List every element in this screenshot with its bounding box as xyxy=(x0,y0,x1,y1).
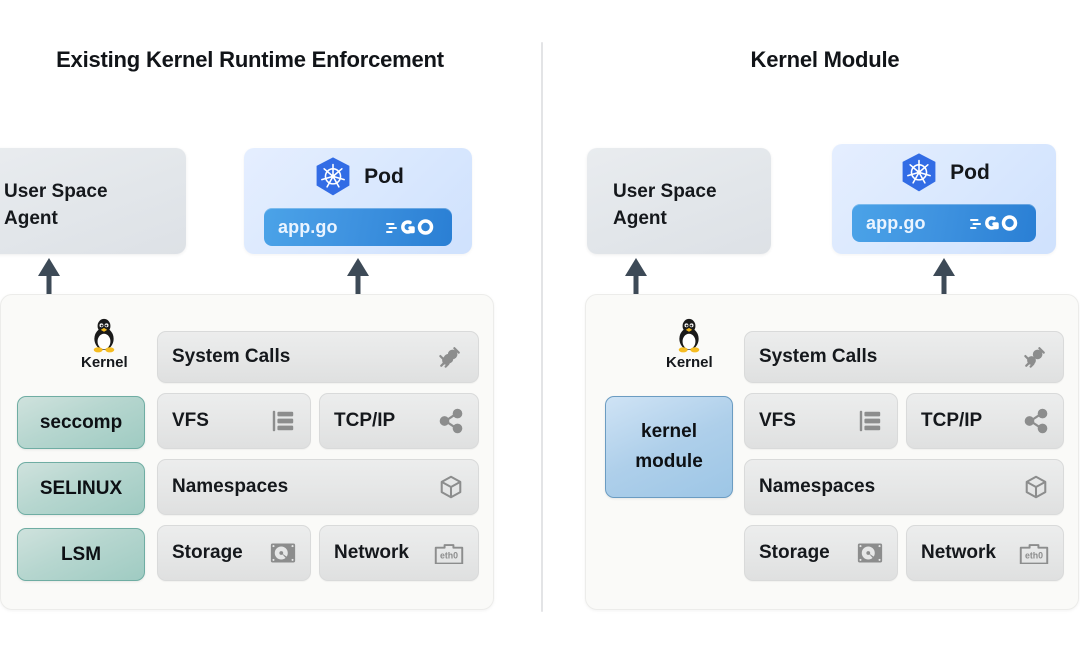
svg-text:eth0: eth0 xyxy=(1025,550,1043,560)
subsystem-system-calls-label-left: System Calls xyxy=(172,346,291,367)
subsystem-network-right[interactable]: Network eth0 xyxy=(906,525,1064,581)
eth0-nic-icon: eth0 xyxy=(1019,542,1049,564)
subsystem-network-label-right: Network xyxy=(921,542,996,563)
share-nodes-icon xyxy=(438,408,464,434)
panel-title-right: Kernel Module xyxy=(750,47,900,72)
appgo-filename-left: app.go xyxy=(278,216,338,237)
kernel-logo-group-right: Kernel xyxy=(666,317,713,371)
pod-label-left: Pod xyxy=(364,165,404,188)
plug-icon xyxy=(436,343,464,371)
security-chip-selinux[interactable]: SELINUX xyxy=(17,462,145,515)
file-tree-icon xyxy=(857,408,883,434)
eth0-nic-icon: eth0 xyxy=(434,542,464,564)
pod-label-right: Pod xyxy=(950,161,990,184)
pod-header-right: Pod xyxy=(832,152,1056,194)
kernel-module-chip[interactable]: kernel module xyxy=(605,396,733,498)
subsystem-storage-label-left: Storage xyxy=(172,542,243,563)
cube-icon xyxy=(1023,474,1049,500)
security-chip-seccomp-label: seccomp xyxy=(39,411,123,433)
golang-icon xyxy=(970,215,1018,231)
kernel-logo-label-left: Kernel xyxy=(81,354,128,371)
subsystem-network-label-left: Network xyxy=(334,542,409,563)
kernel-panel-left: Kernel seccomp SELINUX LSM System Calls xyxy=(0,294,494,610)
subsystem-system-calls-right[interactable]: System Calls xyxy=(744,331,1064,383)
subsystem-vfs-right[interactable]: VFS xyxy=(744,393,898,449)
kernel-module-chip-label: kernel module xyxy=(635,421,703,472)
subsystem-tcpip-label-left: TCP/IP xyxy=(334,410,396,431)
hard-disk-icon xyxy=(270,542,296,564)
kubernetes-icon xyxy=(316,157,350,196)
svg-text:eth0: eth0 xyxy=(440,550,458,560)
subsystem-namespaces-right[interactable]: Namespaces xyxy=(744,459,1064,515)
subsystem-storage-label-right: Storage xyxy=(759,542,830,563)
pod-container-appgo-right: app.go xyxy=(852,204,1036,242)
linux-tux-icon xyxy=(679,318,700,353)
user-space-agent-box-left: User Space Agent xyxy=(0,148,186,254)
kubernetes-icon xyxy=(902,153,936,192)
security-chip-lsm[interactable]: LSM xyxy=(17,528,145,581)
subsystem-storage-left[interactable]: Storage xyxy=(157,525,311,581)
pod-box-left: Pod app.go xyxy=(244,148,472,254)
panel-title-left: Existing Kernel Runtime Enforcement xyxy=(56,47,444,72)
subsystem-network-left[interactable]: Network eth0 xyxy=(319,525,479,581)
subsystem-tcpip-left[interactable]: TCP/IP xyxy=(319,393,479,449)
subsystem-system-calls-label-right: System Calls xyxy=(759,346,878,367)
user-space-agent-label-left: User Space Agent xyxy=(4,181,108,229)
panel-divider xyxy=(541,42,543,612)
user-space-agent-box-right: User Space Agent xyxy=(587,148,771,254)
subsystem-vfs-label-left: VFS xyxy=(172,410,209,431)
pod-container-appgo-left: app.go xyxy=(264,208,452,246)
user-space-agent-label-right: User Space Agent xyxy=(613,181,717,229)
kernel-logo-label-right: Kernel xyxy=(666,354,713,371)
file-tree-icon xyxy=(270,408,296,434)
subsystem-namespaces-left[interactable]: Namespaces xyxy=(157,459,479,515)
kernel-logo-group-left: Kernel xyxy=(81,317,128,371)
cube-icon xyxy=(438,474,464,500)
subsystem-vfs-label-right: VFS xyxy=(759,410,796,431)
security-chip-selinux-label: SELINUX xyxy=(39,477,123,499)
pod-header-left: Pod xyxy=(244,156,472,198)
subsystem-storage-right[interactable]: Storage xyxy=(744,525,898,581)
linux-tux-icon xyxy=(94,318,115,353)
pod-box-right: Pod app.go xyxy=(832,144,1056,254)
subsystem-system-calls-left[interactable]: System Calls xyxy=(157,331,479,383)
subsystem-vfs-left[interactable]: VFS xyxy=(157,393,311,449)
diagram-canvas: Existing Kernel Runtime Enforcement Kern… xyxy=(0,0,1080,649)
share-nodes-icon xyxy=(1023,408,1049,434)
subsystem-namespaces-label-right: Namespaces xyxy=(759,476,876,497)
subsystem-tcpip-right[interactable]: TCP/IP xyxy=(906,393,1064,449)
subsystem-tcpip-label-right: TCP/IP xyxy=(921,410,983,431)
security-chip-seccomp[interactable]: seccomp xyxy=(17,396,145,449)
security-chip-lsm-label: LSM xyxy=(60,543,102,565)
golang-icon xyxy=(386,219,434,235)
appgo-filename-right: app.go xyxy=(866,212,926,233)
hard-disk-icon xyxy=(857,542,883,564)
subsystem-namespaces-label-left: Namespaces xyxy=(172,476,289,497)
plug-icon xyxy=(1021,343,1049,371)
kernel-panel-right: Kernel kernel module System Calls VFS TC… xyxy=(585,294,1079,610)
